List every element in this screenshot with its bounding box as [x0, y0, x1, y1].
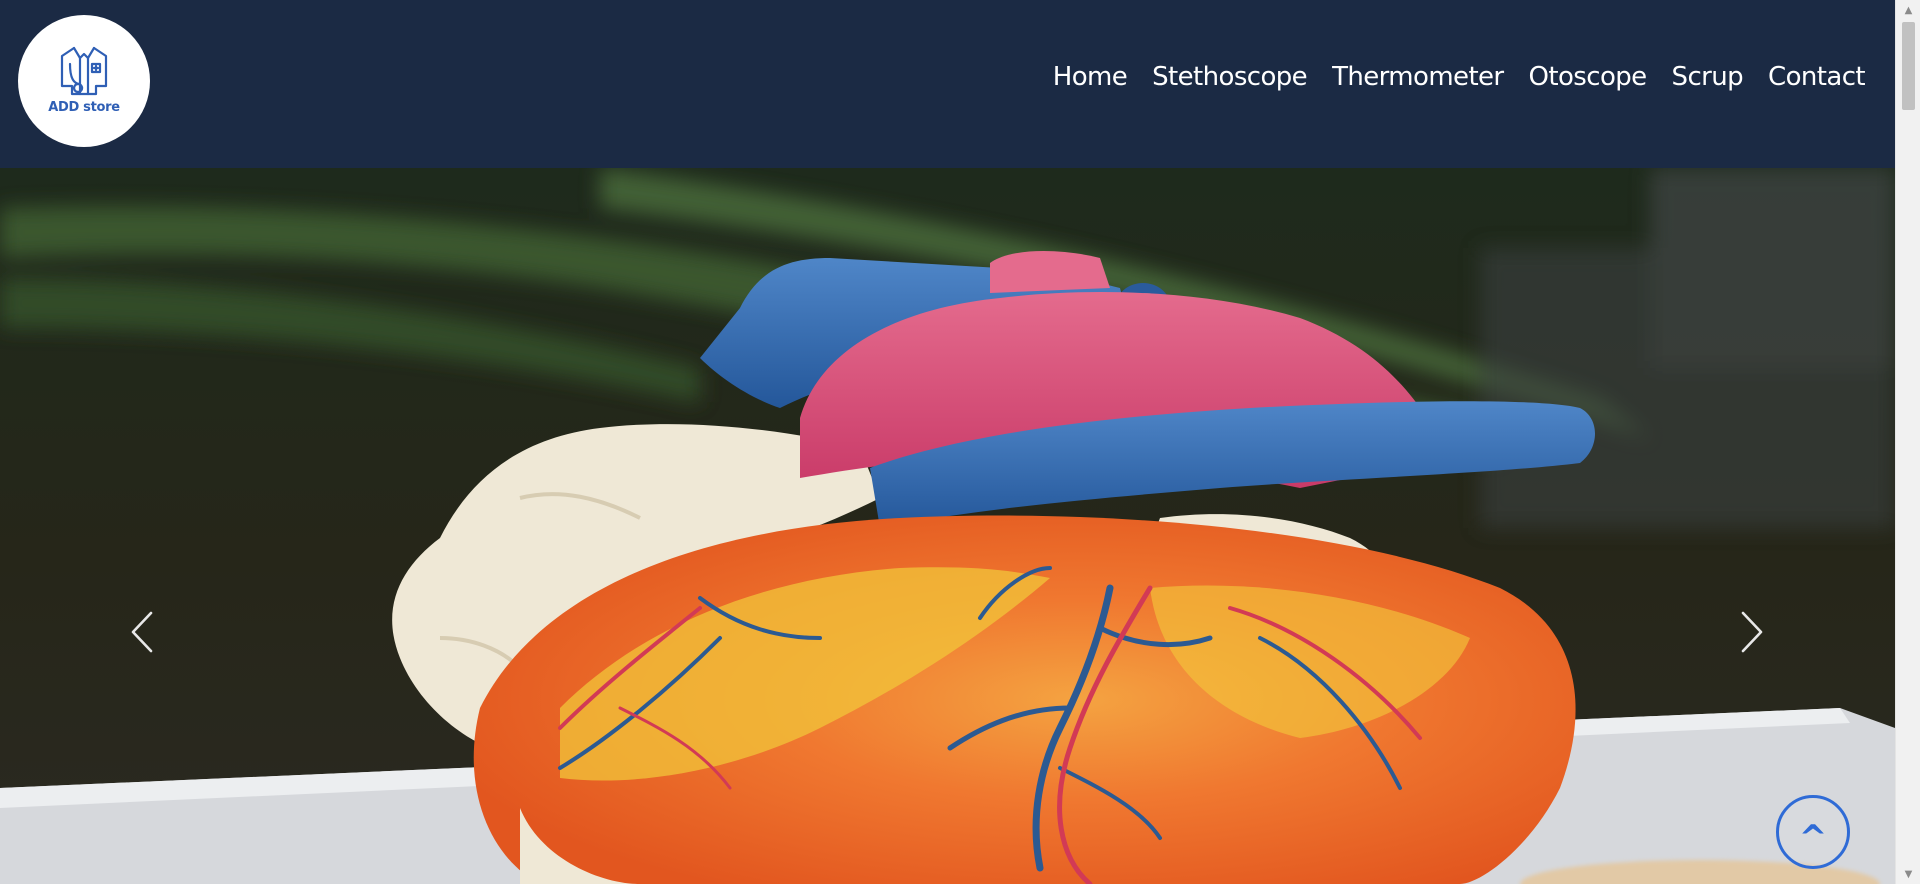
page-scrollbar[interactable]: ▲ ▼	[1895, 0, 1920, 884]
lab-coat-icon	[60, 46, 108, 95]
nav-home[interactable]: Home	[1053, 62, 1128, 92]
brand-logo[interactable]: ADD store	[18, 15, 150, 147]
site-header: ADD store Home Stethoscope Thermometer O…	[0, 0, 1895, 168]
carousel-next-button[interactable]	[1722, 592, 1782, 672]
hero-carousel	[0, 168, 1895, 884]
main-nav: Home Stethoscope Thermometer Otoscope Sc…	[1053, 62, 1866, 92]
scrollbar-thumb[interactable]	[1902, 22, 1915, 110]
scroll-to-top-button[interactable]: ^	[1776, 795, 1850, 869]
nav-contact[interactable]: Contact	[1768, 62, 1866, 92]
scroll-down-arrow-icon[interactable]: ▼	[1896, 864, 1920, 884]
nav-thermometer[interactable]: Thermometer	[1332, 62, 1504, 92]
carousel-prev-button[interactable]	[112, 592, 172, 672]
nav-otoscope[interactable]: Otoscope	[1529, 62, 1648, 92]
chevron-right-icon	[1741, 611, 1763, 653]
brand-name: ADD store	[48, 99, 120, 115]
nav-stethoscope[interactable]: Stethoscope	[1152, 62, 1308, 92]
chevron-left-icon	[131, 611, 153, 653]
heart-model-image	[0, 168, 1895, 884]
scroll-up-arrow-icon[interactable]: ▲	[1896, 0, 1920, 20]
nav-scrup[interactable]: Scrup	[1672, 62, 1744, 92]
